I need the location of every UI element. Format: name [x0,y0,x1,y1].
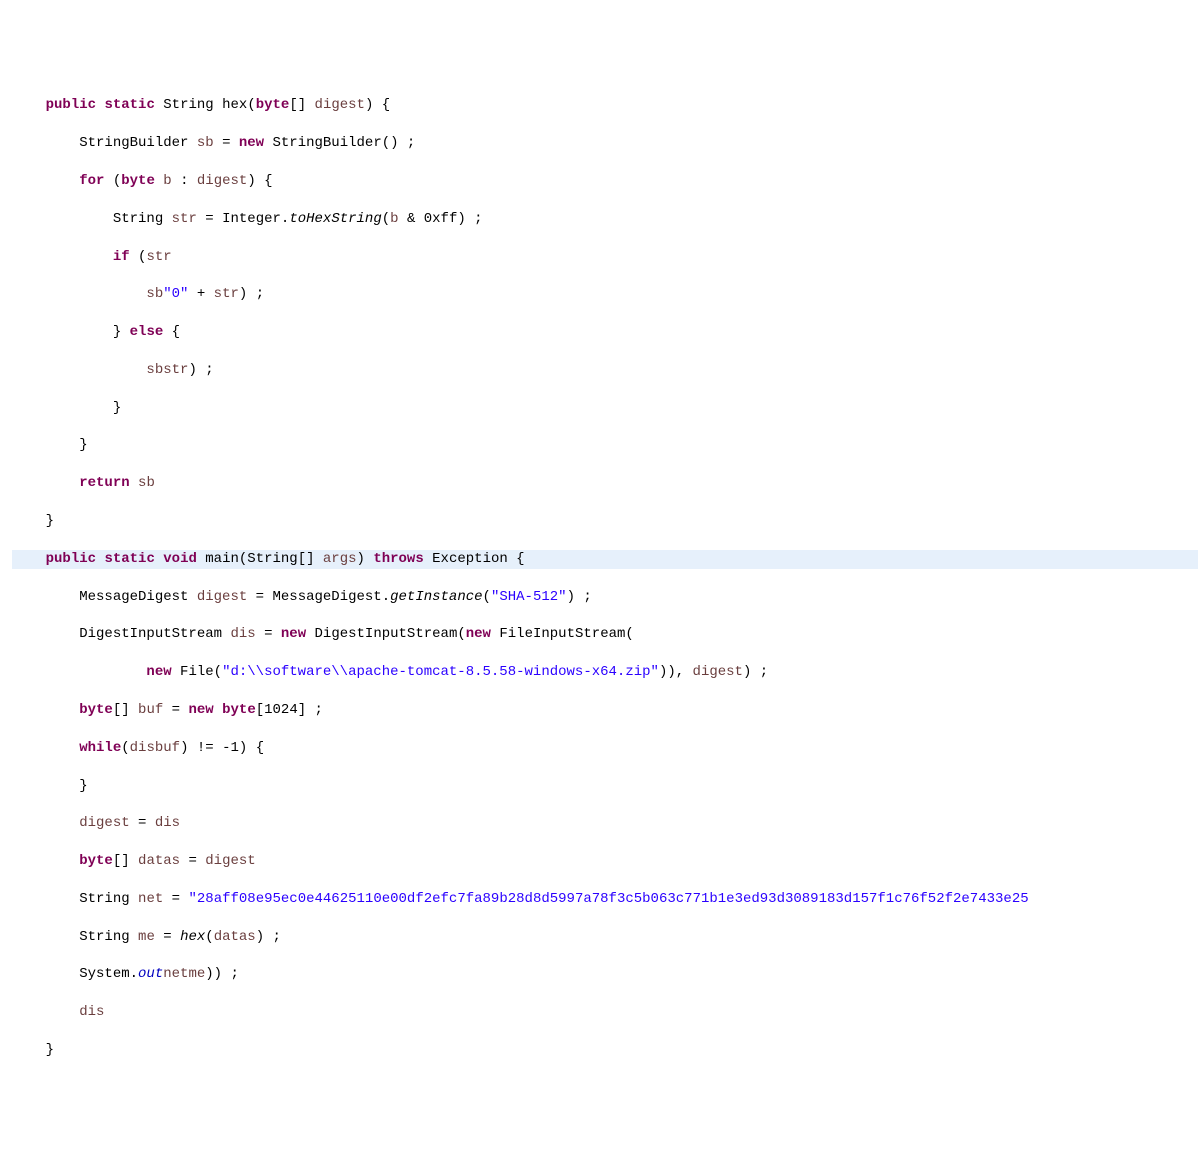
code-line: public static String hex(byte[] digest) … [12,96,1198,115]
code-line: } else { [12,323,1198,342]
code-line: while(disbuf) != -1) { [12,739,1198,758]
code-line: } [12,399,1198,418]
code-line-highlighted: public static void main(String[] args) t… [12,550,1198,569]
code-line: new File("d:\\software\\apache-tomcat-8.… [12,663,1198,682]
code-line: DigestInputStream dis = new DigestInputS… [12,625,1198,644]
code-line: byte[] buf = new byte[1024] ; [12,701,1198,720]
code-line: String me = hex(datas) ; [12,928,1198,947]
code-line: String str = Integer.toHexString(b & 0xf… [12,210,1198,229]
code-line: sb"0" + str) ; [12,285,1198,304]
code-line: } [12,777,1198,796]
code-line: byte[] datas = digest [12,852,1198,871]
code-line: for (byte b : digest) { [12,172,1198,191]
code-line: } [12,1041,1198,1060]
code-line: StringBuilder sb = new StringBuilder() ; [12,134,1198,153]
code-line: System.outnetme)) ; [12,965,1198,984]
code-line: sbstr) ; [12,361,1198,380]
code-line: return sb [12,474,1198,493]
code-line: dis [12,1003,1198,1022]
code-line: String net = "28aff08e95ec0e44625110e00d… [12,890,1198,909]
code-line: digest = dis [12,814,1198,833]
code-editor: public static String hex(byte[] digest) … [0,76,1198,1089]
code-line: if (str [12,248,1198,267]
code-line: MessageDigest digest = MessageDigest.get… [12,588,1198,607]
code-line: } [12,436,1198,455]
code-line: } [12,512,1198,531]
